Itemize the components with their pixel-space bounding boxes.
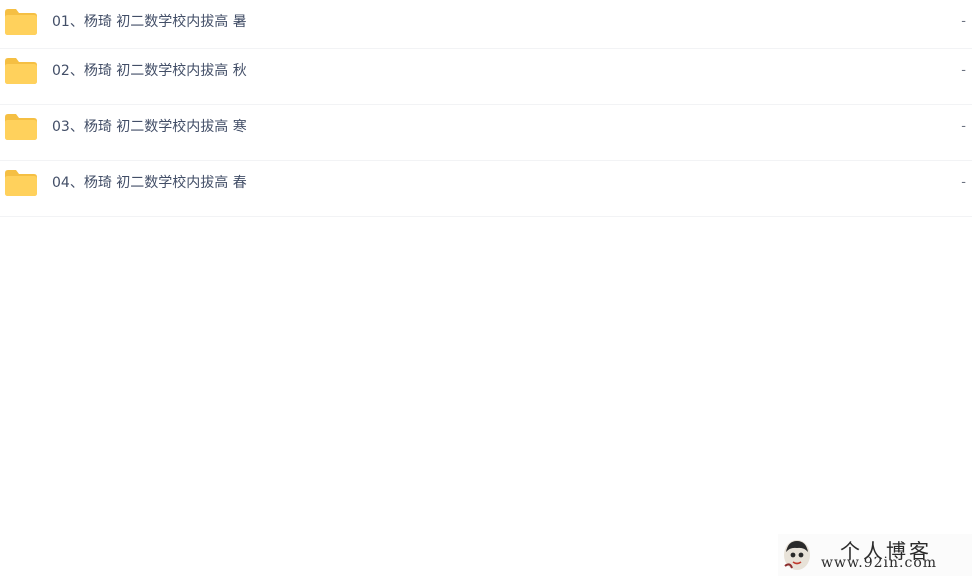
file-name[interactable]: 02、杨琦 初二数学校内拔高 秋 xyxy=(52,61,247,81)
file-size: - xyxy=(961,63,966,78)
list-item[interactable]: 04、杨琦 初二数学校内拔高 春 - xyxy=(0,161,972,217)
file-name[interactable]: 04、杨琦 初二数学校内拔高 春 xyxy=(52,173,247,193)
list-item[interactable]: 02、杨琦 初二数学校内拔高 秋 - xyxy=(0,49,972,105)
folder-icon xyxy=(5,58,37,84)
watermark: 个人博客 www.92in.com xyxy=(778,534,972,576)
list-item[interactable]: 03、杨琦 初二数学校内拔高 寒 - xyxy=(0,105,972,161)
folder-icon xyxy=(5,170,37,196)
list-item[interactable]: 01、杨琦 初二数学校内拔高 暑 - xyxy=(0,0,972,49)
file-size: - xyxy=(961,119,966,134)
folder-icon xyxy=(5,9,37,35)
avatar-icon xyxy=(784,540,810,570)
file-name[interactable]: 01、杨琦 初二数学校内拔高 暑 xyxy=(52,12,247,32)
file-list: 01、杨琦 初二数学校内拔高 暑 - 02、杨琦 初二数学校内拔高 秋 - 03… xyxy=(0,0,972,217)
file-size: - xyxy=(961,14,966,29)
folder-icon xyxy=(5,114,37,140)
watermark-url: www.92in.com xyxy=(821,555,938,571)
file-name[interactable]: 03、杨琦 初二数学校内拔高 寒 xyxy=(52,117,247,137)
file-size: - xyxy=(961,175,966,190)
